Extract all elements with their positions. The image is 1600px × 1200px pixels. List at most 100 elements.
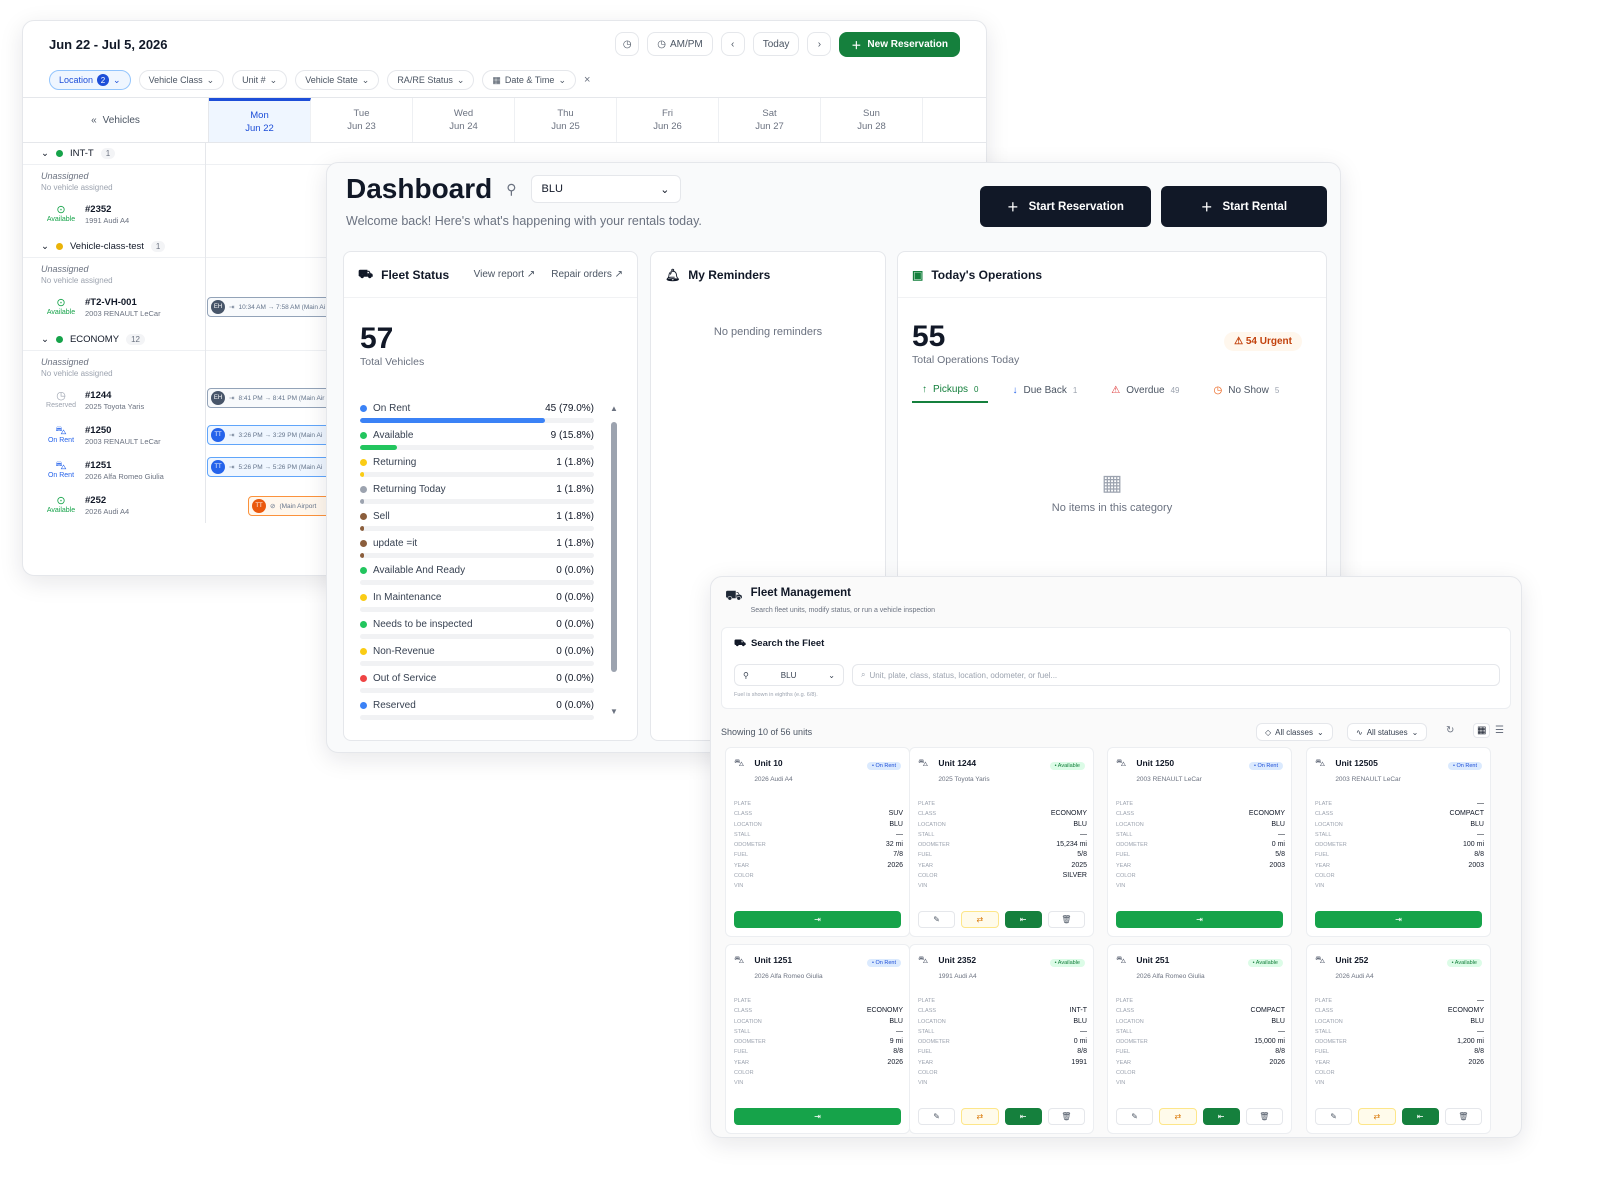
unit-card[interactable]: ⛍ Unit 1250 2003 RENAULT LeCar • On Rent PLA… [1107, 747, 1292, 937]
scroll-thumb[interactable] [611, 422, 617, 672]
filter-vehicle-state[interactable]: Vehicle State ⌄ [295, 70, 380, 90]
location-select[interactable]: BLU ⌄ [530, 175, 681, 203]
unit-field: ODOMETER 0 mi [918, 1037, 1087, 1047]
fleet-search-input[interactable]: ⌕ Unit, plate, class, status, location, o… [852, 664, 1500, 686]
filter-ra-re-status[interactable]: RA/RE Status ⌄ [387, 70, 475, 90]
fleet-status-scrollbar[interactable]: ▲ ▼ [610, 404, 618, 716]
checkout-button[interactable]: ⇤ [1202, 1108, 1240, 1125]
status-color-dot [360, 648, 367, 655]
day-header: Tue Jun 23 [311, 98, 413, 142]
swap-button[interactable]: ⇄ [1159, 1108, 1197, 1125]
field-value: 2003 [1269, 861, 1285, 869]
start-reservation-button[interactable]: ＋ Start Reservation [980, 186, 1151, 227]
unit-field: CLASS ECONOMY [734, 1006, 903, 1016]
today-button[interactable]: Today [752, 32, 800, 56]
edit-button[interactable]: ✎ [918, 911, 956, 928]
start-rental-button[interactable]: ＋ Start Rental [1161, 186, 1327, 227]
field-label: FUEL [734, 1049, 749, 1056]
unit-card[interactable]: ⛍ Unit 2352 1991 Audi A4 • Available PLATE CL… [909, 944, 1094, 1134]
tab-overdue[interactable]: ⚠ Overdue 49 [1101, 384, 1189, 403]
arrow-down-icon: ↓ [1012, 385, 1018, 396]
day-header: Thu Jun 25 [515, 98, 617, 142]
field-label: STALL [1116, 1028, 1133, 1035]
checkin-button[interactable]: ⇥ [734, 911, 901, 928]
delete-button[interactable]: 🗑︎ [1245, 1108, 1283, 1125]
unit-card[interactable]: ⛍ Unit 1251 2026 Alfa Romeo Giulia • On Ren… [725, 944, 910, 1134]
plus-icon: ＋ [1007, 201, 1019, 214]
filter-location[interactable]: Location 2 ⌄ [49, 70, 131, 90]
tab-no-show[interactable]: ◷ No Show 5 [1204, 384, 1290, 403]
checkin-button[interactable]: ⇥ [1315, 911, 1482, 928]
tab-label: Pickups [933, 384, 969, 395]
swap-button[interactable]: ⇄ [961, 911, 999, 928]
tab-due-back[interactable]: ↓ Due Back 1 [1002, 384, 1087, 403]
total-operations-label: Total Operations Today [912, 354, 1020, 366]
filter-unit[interactable]: Unit # ⌄ [232, 70, 288, 90]
checkin-button[interactable]: ⇥ [734, 1108, 901, 1125]
tab-count: 1 [1072, 386, 1078, 395]
clock-icon[interactable]: ◷ [615, 32, 640, 56]
field-value: 32 mi [885, 841, 903, 849]
class-filter-select[interactable]: ◇ All classes ⌄ [1256, 723, 1333, 741]
booking-bar[interactable]: TT ⊘ (Main Airport [248, 496, 338, 516]
repair-orders-link[interactable]: Repair orders ↗ [551, 269, 623, 280]
next-week-button[interactable]: › [807, 32, 832, 56]
prev-week-button[interactable]: ‹ [720, 32, 745, 56]
vehicle-info: #252 2026 Audi A4 [85, 495, 129, 517]
delete-button[interactable]: 🗑︎ [1047, 1108, 1085, 1125]
vehicle-info: #1250 2003 RENAULT LeCar [85, 425, 161, 447]
filter-date-time[interactable]: ▦ Date & Time ⌄ [482, 70, 576, 90]
edit-button[interactable]: ✎ [918, 1108, 956, 1125]
edit-button[interactable]: ✎ [1315, 1108, 1353, 1125]
delete-button[interactable]: 🗑︎ [1047, 911, 1085, 928]
card-title: Fleet Status [381, 267, 450, 282]
unit-field: COLOR [1116, 871, 1285, 881]
checkout-button[interactable]: ⇤ [1004, 911, 1042, 928]
unit-field: COLOR [1315, 871, 1484, 881]
filter-vehicle-class[interactable]: Vehicle Class ⌄ [138, 70, 225, 90]
ampm-toggle[interactable]: ◷ AM/PM [647, 32, 713, 56]
field-value: INT-T [1069, 1007, 1088, 1015]
checkin-button[interactable]: ⇥ [1116, 911, 1283, 928]
checkout-button[interactable]: ⇤ [1401, 1108, 1439, 1125]
search-placeholder: Unit, plate, class, status, location, od… [869, 670, 1058, 680]
edit-button[interactable]: ✎ [1116, 1108, 1154, 1125]
grid-view-icon[interactable]: ▦ [1473, 723, 1491, 738]
field-value: — [1477, 830, 1484, 838]
scroll-up-icon[interactable]: ▲ [610, 404, 618, 413]
unit-card[interactable]: ⛍ Unit 252 2026 Audi A4 • Available PLATE — CL… [1306, 944, 1491, 1134]
unit-field: COLOR SILVER [918, 871, 1087, 881]
unit-card[interactable]: ⛍ Unit 10 2026 Audi A4 • On Rent PLATE CLASS S… [725, 747, 910, 937]
checkout-button[interactable]: ⇤ [1004, 1108, 1042, 1125]
field-label: YEAR [1315, 862, 1330, 869]
check-circle-icon: ⊙ [56, 296, 66, 309]
delete-button[interactable]: 🗑︎ [1444, 1108, 1482, 1125]
fleet-location-select[interactable]: ⚲ BLU ⌄ [734, 664, 844, 686]
unit-field: FUEL 7/8 [734, 850, 903, 860]
unit-card[interactable]: ⛍ Unit 1244 2025 Toyota Yaris • Available PL… [909, 747, 1094, 937]
status-filter-select[interactable]: ∿ All statuses ⌄ [1347, 723, 1428, 741]
log-in-icon: ⇥ [814, 915, 821, 924]
map-pin-icon: ⚲ [506, 180, 517, 197]
unit-desc: 1991 Audi A4 [938, 973, 977, 980]
reminders-empty: No pending reminders [713, 326, 823, 338]
unit-field: CLASS ECONOMY [1315, 1006, 1484, 1016]
field-value: 2026 [1269, 1058, 1285, 1066]
unit-field: FUEL 8/8 [918, 1047, 1087, 1057]
new-reservation-button[interactable]: ＋ New Reservation [839, 31, 960, 57]
booking-text: 5:26 PM → 5:26 PM (Main Ai [238, 463, 323, 471]
fleet-status-row: In Maintenance 0 (0.0%) [360, 592, 594, 619]
scroll-down-icon[interactable]: ▼ [610, 707, 618, 716]
swap-button[interactable]: ⇄ [961, 1108, 999, 1125]
urgent-badge: ⚠ 54 Urgent [1224, 332, 1302, 351]
tab-pickups[interactable]: ↑ Pickups 0 [912, 384, 989, 403]
refresh-icon[interactable]: ↻ [1446, 725, 1454, 736]
view-report-link[interactable]: View report ↗ [474, 269, 536, 280]
swap-button[interactable]: ⇄ [1358, 1108, 1396, 1125]
clear-filters-icon[interactable]: × [584, 74, 590, 86]
list-view-icon[interactable]: ☰ [1495, 725, 1504, 736]
unit-card[interactable]: ⛍ Unit 251 2026 Alfa Romeo Giulia • Availab… [1107, 944, 1292, 1134]
unit-card[interactable]: ⛍ Unit 12505 2003 RENAULT LeCar • On Rent PL… [1306, 747, 1491, 937]
collapse-vehicles-toggle[interactable]: « Vehicles [23, 98, 209, 142]
log-out-icon: ⇤ [1217, 1112, 1225, 1121]
